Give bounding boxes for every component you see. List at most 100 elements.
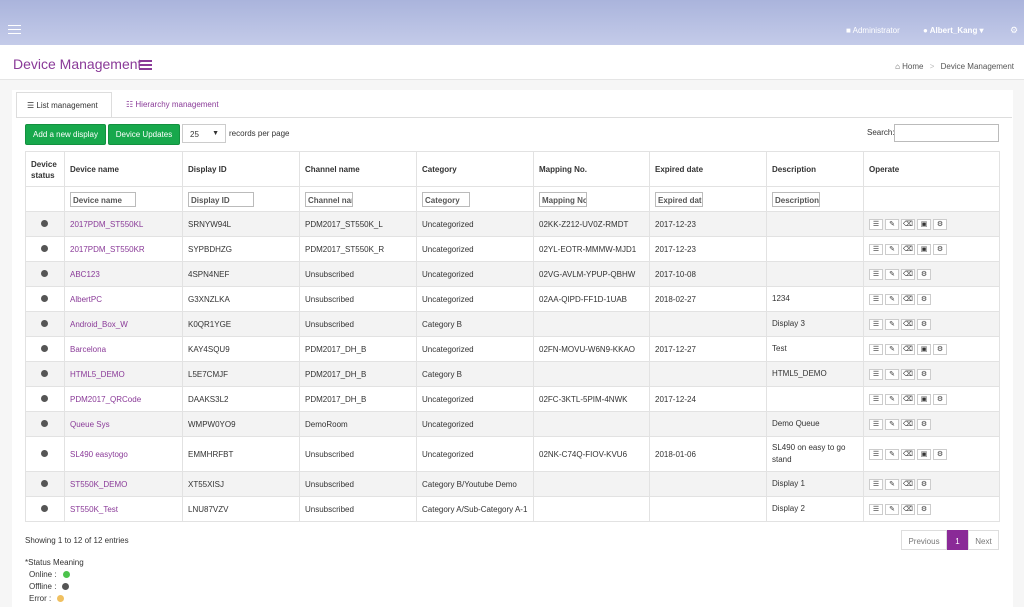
edit-icon[interactable]: ✎: [885, 448, 899, 460]
list-icon[interactable]: ☰: [869, 343, 883, 355]
gear-icon[interactable]: ⚙: [917, 268, 931, 280]
device-name-cell[interactable]: 2017PDM_ST550KL: [64, 211, 183, 237]
add-display-button[interactable]: Add a new display: [25, 124, 106, 145]
menu-icon[interactable]: [8, 25, 21, 34]
screen-icon[interactable]: ▣: [917, 218, 931, 230]
column-header[interactable]: Category: [416, 151, 534, 187]
edit-icon[interactable]: ✎: [885, 418, 899, 430]
gear-icon[interactable]: ⚙: [917, 368, 931, 380]
gear-icon[interactable]: ⚙: [917, 318, 931, 330]
filter-device-name-input[interactable]: Device name: [70, 191, 136, 207]
list-icon[interactable]: ☰: [869, 243, 883, 255]
expired-cell: 2017-12-27: [649, 336, 767, 362]
tab-hierarchy-management[interactable]: ☷ Hierarchy management: [116, 92, 229, 118]
search-input[interactable]: [894, 124, 999, 142]
page-1-button[interactable]: 1: [947, 530, 968, 550]
device-updates-button[interactable]: Device Updates: [108, 124, 180, 145]
trash-icon[interactable]: ⌫: [901, 368, 915, 380]
title-menu-icon[interactable]: [139, 60, 152, 72]
filter-description-input[interactable]: Description: [772, 191, 820, 207]
breadcrumb-home[interactable]: Home: [902, 62, 923, 71]
device-name-cell[interactable]: SL490 easytogo: [64, 436, 183, 472]
filter-category-input[interactable]: Category: [422, 191, 470, 207]
gear-icon[interactable]: ⚙: [933, 448, 947, 460]
legend-error: Error :: [25, 593, 84, 605]
device-name-cell[interactable]: 2017PDM_ST550KR: [64, 236, 183, 262]
edit-icon[interactable]: ✎: [885, 318, 899, 330]
edit-icon[interactable]: ✎: [885, 293, 899, 305]
edit-icon[interactable]: ✎: [885, 478, 899, 490]
edit-icon[interactable]: ✎: [885, 243, 899, 255]
previous-button[interactable]: Previous: [901, 530, 947, 550]
screen-icon[interactable]: ▣: [917, 243, 931, 255]
list-icon[interactable]: ☰: [869, 218, 883, 230]
screen-icon[interactable]: ▣: [917, 393, 931, 405]
column-header[interactable]: Device name: [64, 151, 183, 187]
edit-icon[interactable]: ✎: [885, 503, 899, 515]
legend-title: *Status Meaning: [25, 558, 84, 567]
list-icon[interactable]: ☰: [869, 293, 883, 305]
list-icon[interactable]: ☰: [869, 268, 883, 280]
column-header[interactable]: Channel name: [299, 151, 417, 187]
gear-icon[interactable]: ⚙: [917, 418, 931, 430]
settings-icon[interactable]: ⚙: [1010, 25, 1018, 36]
trash-icon[interactable]: ⌫: [901, 393, 915, 405]
edit-icon[interactable]: ✎: [885, 218, 899, 230]
gear-icon[interactable]: ⚙: [917, 478, 931, 490]
list-icon[interactable]: ☰: [869, 448, 883, 460]
column-header[interactable]: Device status: [25, 151, 65, 187]
gear-icon[interactable]: ⚙: [933, 343, 947, 355]
filter-display-id-input[interactable]: Display ID: [188, 191, 254, 207]
screen-icon[interactable]: ▣: [917, 343, 931, 355]
tab-label: List management: [36, 101, 98, 110]
device-name-cell[interactable]: Android_Box_W: [64, 311, 183, 337]
device-name-cell[interactable]: Barcelona: [64, 336, 183, 362]
device-name-cell[interactable]: PDM2017_QRCode: [64, 386, 183, 412]
gear-icon[interactable]: ⚙: [933, 393, 947, 405]
trash-icon[interactable]: ⌫: [901, 293, 915, 305]
trash-icon[interactable]: ⌫: [901, 318, 915, 330]
gear-icon[interactable]: ⚙: [917, 293, 931, 305]
list-icon[interactable]: ☰: [869, 368, 883, 380]
trash-icon[interactable]: ⌫: [901, 478, 915, 490]
list-icon[interactable]: ☰: [869, 478, 883, 490]
tab-list-management[interactable]: ☰ List management: [16, 92, 112, 118]
column-header[interactable]: Description: [766, 151, 864, 187]
edit-icon[interactable]: ✎: [885, 368, 899, 380]
trash-icon[interactable]: ⌫: [901, 503, 915, 515]
admin-link[interactable]: ■ Administrator: [846, 26, 900, 35]
device-name-cell[interactable]: HTML5_DEMO: [64, 361, 183, 387]
edit-icon[interactable]: ✎: [885, 268, 899, 280]
column-header[interactable]: Display ID: [182, 151, 300, 187]
edit-icon[interactable]: ✎: [885, 343, 899, 355]
trash-icon[interactable]: ⌫: [901, 218, 915, 230]
user-menu[interactable]: ● Albert_Kang ▾: [923, 26, 984, 35]
column-header[interactable]: Mapping No.: [533, 151, 650, 187]
gear-icon[interactable]: ⚙: [917, 503, 931, 515]
gear-icon[interactable]: ⚙: [933, 243, 947, 255]
trash-icon[interactable]: ⌫: [901, 268, 915, 280]
device-name-cell[interactable]: ST550K_Test: [64, 496, 183, 522]
device-name-cell[interactable]: ST550K_DEMO: [64, 471, 183, 497]
list-icon[interactable]: ☰: [869, 393, 883, 405]
device-name-cell[interactable]: AlbertPC: [64, 286, 183, 312]
trash-icon[interactable]: ⌫: [901, 448, 915, 460]
device-name-cell[interactable]: ABC123: [64, 261, 183, 287]
gear-icon[interactable]: ⚙: [933, 218, 947, 230]
next-button[interactable]: Next: [968, 530, 999, 550]
trash-icon[interactable]: ⌫: [901, 418, 915, 430]
column-header[interactable]: Expired date: [649, 151, 767, 187]
screen-icon[interactable]: ▣: [917, 448, 931, 460]
trash-icon[interactable]: ⌫: [901, 343, 915, 355]
edit-icon[interactable]: ✎: [885, 393, 899, 405]
filter-mapping-input[interactable]: Mapping No.: [539, 191, 587, 207]
list-icon[interactable]: ☰: [869, 503, 883, 515]
filter-expired-input[interactable]: Expired date: [655, 191, 703, 207]
page-size-select[interactable]: 25 ▼: [182, 124, 226, 143]
list-icon[interactable]: ☰: [869, 418, 883, 430]
filter-channel-input[interactable]: Channel name: [305, 191, 353, 207]
trash-icon[interactable]: ⌫: [901, 243, 915, 255]
channel-cell: Unsubscribed: [299, 286, 417, 312]
device-name-cell[interactable]: Queue Sys: [64, 411, 183, 437]
list-icon[interactable]: ☰: [869, 318, 883, 330]
